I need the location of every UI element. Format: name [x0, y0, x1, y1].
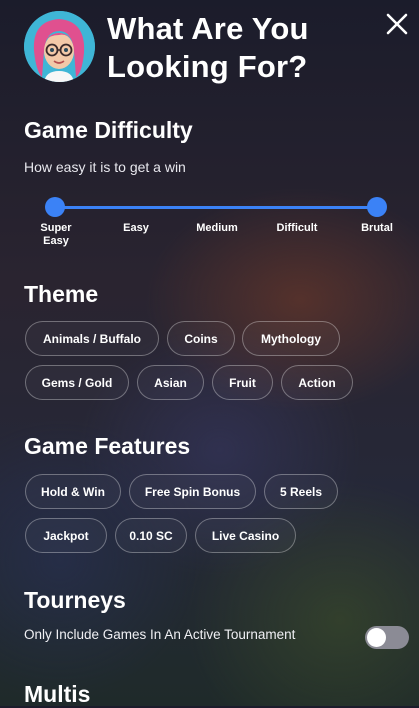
- theme-chip-fruit[interactable]: Fruit: [212, 365, 273, 400]
- theme-chip-mythology[interactable]: Mythology: [242, 321, 340, 356]
- difficulty-max-handle[interactable]: [367, 197, 387, 217]
- theme-chip-coins[interactable]: Coins: [167, 321, 235, 356]
- difficulty-level-medium[interactable]: Medium: [186, 222, 248, 235]
- tournament-toggle-label: Only Include Games In An Active Tourname…: [24, 627, 296, 642]
- difficulty-slider-track[interactable]: [54, 206, 377, 209]
- avatar: [24, 11, 95, 82]
- multis-title: Multis: [24, 681, 91, 707]
- difficulty-subtitle: How easy it is to get a win: [24, 159, 186, 175]
- feature-chip-live-casino[interactable]: Live Casino: [195, 518, 296, 553]
- feature-chip-free-spin-bonus[interactable]: Free Spin Bonus: [129, 474, 256, 509]
- feature-chip-5-reels[interactable]: 5 Reels: [264, 474, 338, 509]
- difficulty-title: Game Difficulty: [24, 117, 193, 143]
- features-title: Game Features: [24, 433, 191, 459]
- toggle-knob: [367, 628, 386, 647]
- difficulty-min-handle[interactable]: [45, 197, 65, 217]
- difficulty-level-easy[interactable]: Easy: [110, 222, 162, 235]
- theme-chip-asian[interactable]: Asian: [137, 365, 204, 400]
- theme-title: Theme: [24, 281, 99, 307]
- difficulty-level-super-easy[interactable]: Super Easy: [30, 222, 82, 248]
- feature-chip-jackpot[interactable]: Jackpot: [25, 518, 107, 553]
- feature-chip-0-10-sc[interactable]: 0.10 SC: [115, 518, 187, 553]
- theme-chip-animals-buffalo[interactable]: Animals / Buffalo: [25, 321, 159, 356]
- tourneys-title: Tourneys: [24, 587, 126, 613]
- feature-chip-hold-and-win[interactable]: Hold & Win: [25, 474, 121, 509]
- close-icon[interactable]: [383, 10, 411, 38]
- theme-chip-action[interactable]: Action: [281, 365, 353, 400]
- theme-chip-gems-gold[interactable]: Gems / Gold: [25, 365, 129, 400]
- page-title: What Are You Looking For?: [107, 11, 309, 84]
- tournament-toggle[interactable]: [365, 626, 409, 649]
- difficulty-level-difficult[interactable]: Difficult: [266, 222, 328, 235]
- difficulty-level-brutal[interactable]: Brutal: [352, 222, 402, 235]
